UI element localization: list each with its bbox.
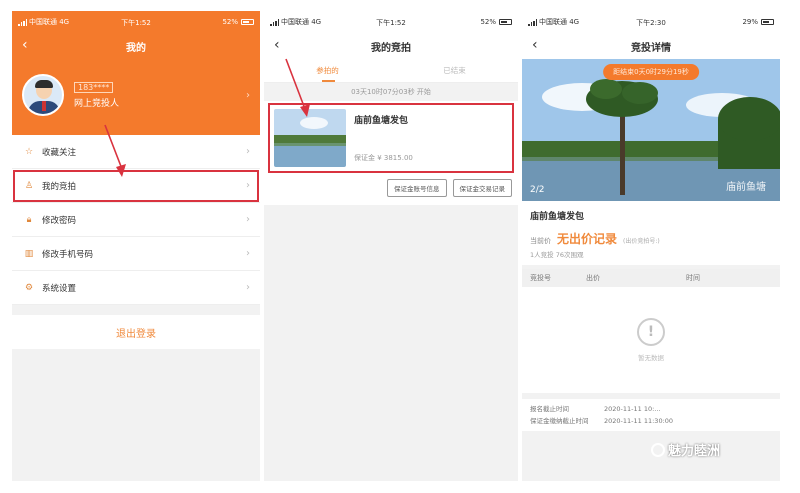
- battery-icon: [761, 19, 774, 25]
- chevron-right-icon: ›: [246, 248, 250, 259]
- chevron-right-icon: ›: [246, 89, 250, 101]
- avatar: [22, 74, 64, 116]
- annotation-arrow: [285, 58, 310, 117]
- deposit-account-button[interactable]: 保证金账号信息: [387, 179, 447, 197]
- chevron-right-icon: ›: [246, 214, 250, 225]
- menu-item-settings[interactable]: ⚙ 系统设置 ›: [12, 271, 260, 305]
- menu-item-favorites[interactable]: ☆ 收藏关注 ›: [12, 135, 260, 169]
- nav-bar: ‹ 我的: [12, 33, 260, 59]
- logout-button[interactable]: 退出登录: [12, 315, 260, 349]
- auction-title: 庙前鱼塘发包: [522, 201, 780, 230]
- gear-icon: ⚙: [24, 282, 34, 293]
- phone-screen-my-auctions: 中国联通 4G 下午1:52 52% ‹ 我的竞拍 参拍的 已结束 03天10时…: [264, 11, 518, 481]
- wechat-icon: [651, 442, 665, 457]
- page-title: 我的竞拍: [371, 42, 411, 54]
- deadline-info: 报名截止时间 2020-11-11 10:... 保证金缴纳截止时间 2020-11…: [522, 399, 780, 431]
- status-bar: 中国联通 4G 下午1:52 52%: [264, 11, 518, 33]
- price-label: 当前价: [530, 237, 551, 245]
- auction-title: 庙前鱼塘发包: [354, 116, 409, 126]
- bid-stats: 1人竞投 76次围观: [530, 251, 584, 259]
- tab-ended[interactable]: 已结束: [391, 59, 518, 82]
- bid-table-header: 竞投号 出价 时间: [522, 269, 780, 287]
- status-bar: 中国联通 4G 下午1:52 52%: [12, 11, 260, 33]
- menu-item-change-password[interactable]: 🔒︎ 修改密码 ›: [12, 203, 260, 237]
- countdown-badge: 距结束0天0时29分19秒: [603, 64, 699, 80]
- empty-state: ! 暂无数据: [522, 287, 780, 393]
- chevron-right-icon: ›: [246, 282, 250, 293]
- price-value: 无出价记录: [557, 232, 618, 246]
- price-note: (出价竞拍号:): [623, 238, 660, 245]
- menu-item-change-phone[interactable]: ▥ 修改手机号码 ›: [12, 237, 260, 271]
- chevron-right-icon: ›: [246, 146, 250, 157]
- menu-item-my-auctions[interactable]: ♙ 我的竞拍 ›: [12, 169, 260, 203]
- price-box: 当前价 无出价记录 (出价竞拍号:) 1人竞投 76次围观: [522, 230, 780, 265]
- deposit-amount: 保证金 ¥ 3815.00: [354, 154, 413, 162]
- nav-bar: ‹ 竞投详情: [522, 33, 780, 59]
- page-title: 竞投详情: [631, 42, 671, 54]
- deposit-records-button[interactable]: 保证金交易记录: [452, 179, 512, 197]
- photo-pager: 2/2: [530, 185, 545, 195]
- profile-header: 中国联通 4G 下午1:52 52% ‹ 我的 183**** 网上竞投人 ›: [12, 11, 260, 135]
- back-icon[interactable]: ‹: [532, 37, 538, 53]
- back-icon[interactable]: ‹: [22, 37, 28, 53]
- annotation-arrow: [104, 124, 126, 177]
- username: 183****: [74, 81, 114, 93]
- user-role: 网上竞投人: [74, 98, 120, 109]
- phone-screen-auction-detail: 中国联通 4G 下午2:30 29% ‹ 竞投详情 距结束0天0时29分19秒 …: [522, 11, 780, 481]
- wechat-watermark: 魅力睦洲: [651, 440, 720, 459]
- battery-icon: [499, 19, 512, 25]
- phone-screen-my: 中国联通 4G 下午1:52 52% ‹ 我的 183**** 网上竞投人 › …: [12, 11, 260, 481]
- star-icon: ☆: [24, 146, 34, 157]
- back-icon[interactable]: ‹: [274, 37, 280, 53]
- nav-bar: ‹ 我的竞拍: [264, 33, 518, 59]
- phone-icon: ▥: [24, 248, 34, 259]
- chevron-right-icon: ›: [246, 180, 250, 191]
- person-icon: ♙: [24, 180, 34, 191]
- lock-icon: 🔒︎: [26, 214, 32, 225]
- status-bar: 中国联通 4G 下午2:30 29%: [522, 11, 780, 33]
- info-icon: !: [637, 318, 665, 346]
- photo-carousel[interactable]: 距结束0天0时29分19秒 2/2 庙前鱼塘: [522, 59, 780, 201]
- photo-caption: 庙前鱼塘: [726, 182, 766, 193]
- menu-list: ☆ 收藏关注 › ♙ 我的竞拍 › 🔒︎ 修改密码 › ▥ 修改手机号码 › ⚙…: [12, 135, 260, 305]
- profile-row[interactable]: 183**** 网上竞投人 ›: [12, 59, 260, 131]
- page-title: 我的: [126, 42, 146, 54]
- battery-icon: [241, 19, 254, 25]
